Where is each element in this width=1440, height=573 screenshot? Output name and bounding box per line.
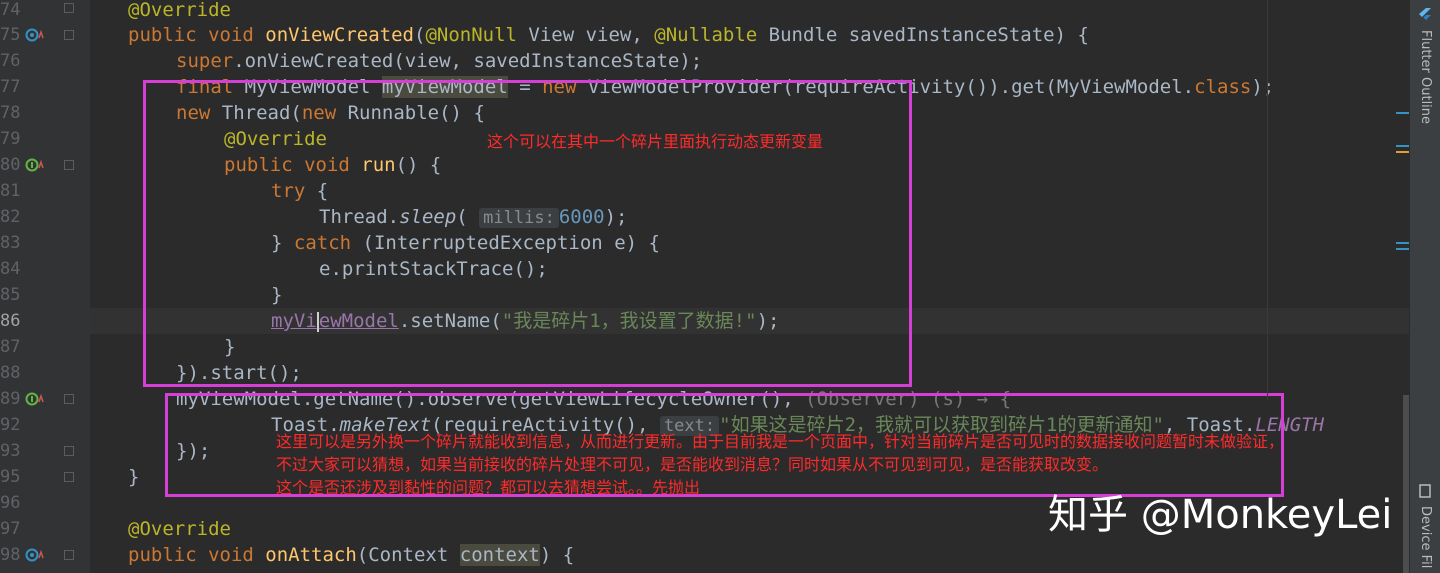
annotation-note: 这里可以是另外换一个碎片就能收到信息，从而进行更新。由于目前我是一个页面中，针对… [276,432,1285,451]
line-number: 79 [0,129,21,149]
fold-marker[interactable] [64,160,74,170]
flutter-icon [1419,8,1431,20]
code-text: (Context [356,544,460,566]
annotation-box-thread [143,80,912,387]
code-line-75: public void onViewCreated(@NonNull View … [128,22,1089,48]
override-method-icon[interactable] [25,548,45,562]
line-number: 97 [0,519,21,539]
line-number: 77 [0,77,21,97]
line-number: 74 [0,0,21,20]
line-number: 85 [0,285,21,305]
annotation-note: 这个可以在其中一个碎片里面执行动态更新变量 [487,132,824,151]
code-line-76: super.onViewCreated(view, savedInstanceS… [176,48,702,74]
code-line-98: public void onAttach(Context context) { [128,542,574,568]
keyword: super [176,50,234,72]
fold-marker[interactable] [64,550,74,560]
method-name: onAttach [265,544,357,566]
line-number: 93 [0,441,21,461]
line-number: 88 [0,363,21,383]
fold-expand-marker[interactable] [64,394,74,404]
code-text: .onViewCreated(view, savedInstanceState)… [233,50,703,72]
right-margin-guide [1267,0,1268,400]
keyword: public void [128,544,266,566]
line-number: 82 [0,207,21,227]
keyword: class [1194,76,1252,98]
line-number: 89 [0,389,21,409]
parameter: context [459,544,540,566]
line-number: 83 [0,233,21,253]
line-number: 96 [0,493,21,513]
code-line-95: } [128,466,140,488]
code-text: ( [414,24,426,46]
code-text: Bundle savedInstanceState) { [757,24,1089,46]
line-number-gutter: 74 75 76 77 78 79 80 81 82 83 84 85 86 8… [0,0,90,573]
line-number-current: 86 [0,311,21,331]
device-file-explorer-tab[interactable]: Device Fil [1418,506,1433,568]
line-number: 78 [0,103,21,123]
line-number: 80 [0,155,21,175]
device-file-icon [1419,484,1431,498]
watermark: 知乎 @MonkeyLei [1048,492,1393,538]
annotation: @Nullable [654,24,758,46]
line-number: 87 [0,337,21,357]
annotation-note: 这个是否还涉及到黏性的问题？都可以去猜想尝试。。先抛出 [276,478,701,497]
implement-method-icon[interactable] [25,392,45,406]
override-method-icon[interactable] [25,28,45,42]
line-number: 92 [0,415,21,435]
line-number: 95 [0,467,21,487]
code-line-74: @Override [128,0,231,21]
fold-marker[interactable] [64,446,74,456]
right-tool-window-bar: Flutter Outline Device Fil [1409,0,1440,573]
annotation: @NonNull [425,24,517,46]
fold-marker[interactable] [64,3,74,13]
line-number: 98 [0,545,21,565]
keyword: public void [128,24,266,46]
annotation-note: 不过大家可以猜想，如果当前接收的碎片处理不可见，是否能收到消息？同时如果从不可见… [276,455,1109,474]
line-number: 76 [0,51,21,71]
code-text: View view, [516,24,655,46]
code-line-97: @Override [128,518,231,540]
line-number: 75 [0,25,21,45]
fold-marker[interactable] [64,472,74,482]
line-number: 81 [0,181,21,201]
code-text: ) { [539,544,575,566]
method-name: onViewCreated [265,24,414,46]
line-number: 84 [0,259,21,279]
fold-marker[interactable] [64,30,74,40]
flutter-outline-tab[interactable]: Flutter Outline [1418,30,1433,124]
implement-method-icon[interactable] [25,158,45,172]
code-text: ); [1251,76,1275,98]
